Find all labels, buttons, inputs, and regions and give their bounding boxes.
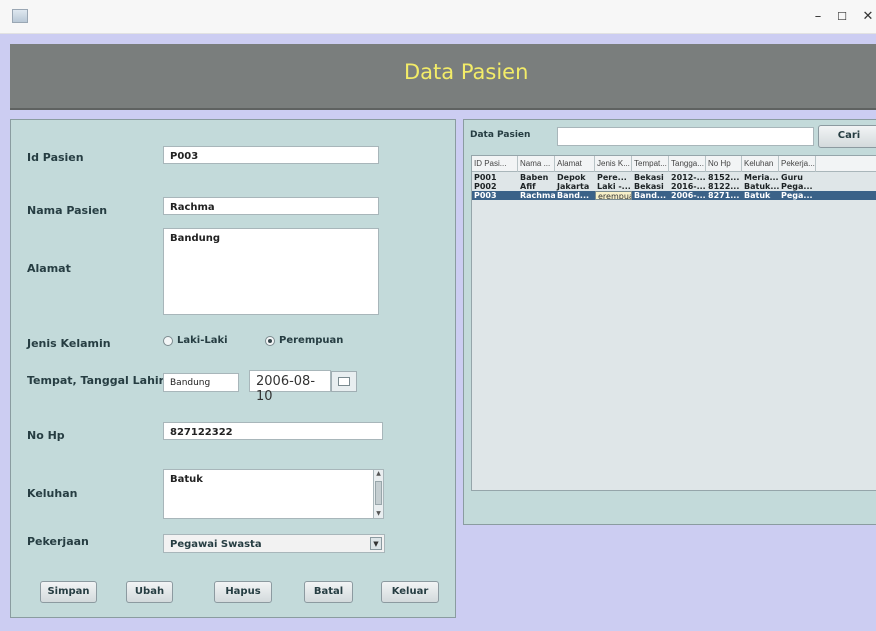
batal-button[interactable]: Batal bbox=[304, 581, 353, 603]
no-hp-label: No Hp bbox=[27, 429, 65, 442]
table-cell: Rachma bbox=[520, 191, 555, 200]
keluhan-label: Keluhan bbox=[27, 487, 78, 500]
minimize-button[interactable]: – bbox=[808, 8, 828, 26]
table-cell: Depok bbox=[557, 173, 586, 182]
column-header[interactable]: No Hp bbox=[706, 156, 742, 172]
jenis-kelamin-label: Jenis Kelamin bbox=[27, 337, 111, 350]
table-row[interactable]: P003RachmaBand...erempuanBand...2006-...… bbox=[472, 191, 876, 200]
calendar-icon bbox=[338, 377, 350, 386]
table-cell: P003 bbox=[474, 191, 497, 200]
id-pasien-label: Id Pasien bbox=[27, 151, 84, 164]
table-cell: Pega... bbox=[781, 191, 813, 200]
patient-table[interactable]: ID Pasi... Nama ... Alamat Jenis K... Tempat… bbox=[471, 155, 876, 491]
keluar-button[interactable]: Keluar bbox=[381, 581, 439, 603]
radio-laki-laki-indicator[interactable] bbox=[163, 335, 173, 346]
cari-button[interactable]: Cari bbox=[818, 125, 876, 148]
radio-perempuan-indicator[interactable] bbox=[265, 335, 275, 346]
scroll-up-icon[interactable]: ▲ bbox=[375, 470, 382, 478]
table-cell: P002 bbox=[474, 182, 497, 191]
table-cell: 2006-... bbox=[671, 191, 706, 200]
search-input[interactable] bbox=[557, 127, 814, 146]
id-pasien-input[interactable]: P003 bbox=[163, 146, 379, 164]
app-icon bbox=[12, 9, 28, 23]
table-cell: Guru bbox=[781, 173, 803, 182]
column-header[interactable]: Tempat... bbox=[632, 156, 669, 172]
column-header[interactable]: Keluhan bbox=[742, 156, 779, 172]
table-cell: 8152... bbox=[708, 173, 740, 182]
header-banner: Data Pasien bbox=[10, 44, 876, 110]
keluhan-textarea[interactable]: Batuk ▲ ▼ bbox=[163, 469, 384, 519]
maximize-button[interactable]: ☐ bbox=[832, 8, 852, 26]
close-button[interactable]: ✕ bbox=[858, 8, 876, 26]
scroll-thumb[interactable] bbox=[375, 481, 382, 505]
table-cell: Band... bbox=[557, 191, 590, 200]
keluhan-scrollbar[interactable]: ▲ ▼ bbox=[373, 470, 383, 518]
table-cell: Batuk bbox=[744, 191, 771, 200]
column-header[interactable]: Alamat bbox=[555, 156, 595, 172]
radio-perempuan-label: Perempuan bbox=[279, 335, 344, 346]
table-cell: Bekasi bbox=[634, 182, 664, 191]
table-row[interactable]: P002 Afif Jakarta Laki -... Bekasi 2016-... 81… bbox=[472, 182, 876, 191]
table-cell: Meria... bbox=[744, 173, 779, 182]
table-header: ID Pasi... Nama ... Alamat Jenis K... Tempat… bbox=[472, 156, 876, 172]
ubah-button[interactable]: Ubah bbox=[126, 581, 173, 603]
table-cell: Baben bbox=[520, 173, 549, 182]
radio-laki-laki-label: Laki-Laki bbox=[177, 335, 228, 346]
table-cell: Band... bbox=[634, 191, 667, 200]
title-bar: – ☐ ✕ bbox=[0, 0, 876, 34]
table-cell: 2016-... bbox=[671, 182, 706, 191]
search-label: Data Pasien bbox=[470, 130, 531, 140]
scroll-down-icon[interactable]: ▼ bbox=[375, 510, 382, 518]
column-header[interactable]: Jenis K... bbox=[595, 156, 632, 172]
table-cell: Batuk... bbox=[744, 182, 779, 191]
column-header[interactable]: ID Pasi... bbox=[472, 156, 518, 172]
simpan-button[interactable]: Simpan bbox=[40, 581, 97, 603]
hapus-button[interactable]: Hapus bbox=[214, 581, 272, 603]
app-frame: Data Pasien Id Pasien P003 Nama Pasien R… bbox=[0, 34, 876, 631]
no-hp-input[interactable]: 827122322 bbox=[163, 422, 383, 440]
tanggal-lahir-input[interactable]: 2006-08-10 bbox=[249, 370, 331, 404]
table-cell: Jakarta bbox=[557, 182, 590, 191]
page-title: Data Pasien bbox=[404, 60, 529, 84]
radio-laki-laki[interactable]: Laki-Laki bbox=[163, 335, 228, 346]
table-cell: 2012-... bbox=[671, 173, 706, 182]
table-cell: Afif bbox=[520, 182, 536, 191]
table-cell: 8122... bbox=[708, 182, 740, 191]
form-panel: Id Pasien P003 Nama Pasien Rachma Alamat… bbox=[10, 119, 456, 618]
column-header[interactable]: Nama ... bbox=[518, 156, 555, 172]
pekerjaan-selected-value: Pegawai Swasta bbox=[170, 539, 262, 550]
date-picker-button[interactable] bbox=[331, 371, 357, 392]
table-cell: Pega... bbox=[781, 182, 813, 191]
table-cell: P001 bbox=[474, 173, 497, 182]
radio-perempuan[interactable]: Perempuan bbox=[265, 335, 343, 346]
alamat-textarea[interactable]: Bandung bbox=[163, 228, 379, 315]
chevron-down-icon[interactable]: ▼ bbox=[370, 537, 382, 550]
column-header[interactable]: Pekerja... bbox=[779, 156, 816, 172]
table-cell: Laki -... bbox=[597, 182, 631, 191]
keluhan-text: Batuk bbox=[170, 474, 203, 485]
column-header[interactable]: Tangga... bbox=[669, 156, 706, 172]
tempat-lahir-input[interactable]: Bandung bbox=[163, 373, 239, 392]
table-cell: 8271... bbox=[708, 191, 740, 200]
pekerjaan-select[interactable]: Pegawai Swasta ▼ bbox=[163, 534, 385, 553]
table-cell: Pere... bbox=[597, 173, 627, 182]
ttl-label: Tempat, Tanggal Lahir bbox=[27, 374, 165, 387]
nama-pasien-input[interactable]: Rachma bbox=[163, 197, 379, 215]
data-panel: Data Pasien Cari ID Pasi... Nama ... Alama… bbox=[463, 119, 876, 525]
pekerjaan-label: Pekerjaan bbox=[27, 535, 89, 548]
table-row[interactable]: P001 Baben Depok Pere... Bekasi 2012-... 8152.… bbox=[472, 173, 876, 182]
table-cell-editor[interactable]: erempuan bbox=[595, 191, 632, 200]
nama-pasien-label: Nama Pasien bbox=[27, 204, 108, 217]
table-cell: Bekasi bbox=[634, 173, 664, 182]
alamat-label: Alamat bbox=[27, 262, 71, 275]
